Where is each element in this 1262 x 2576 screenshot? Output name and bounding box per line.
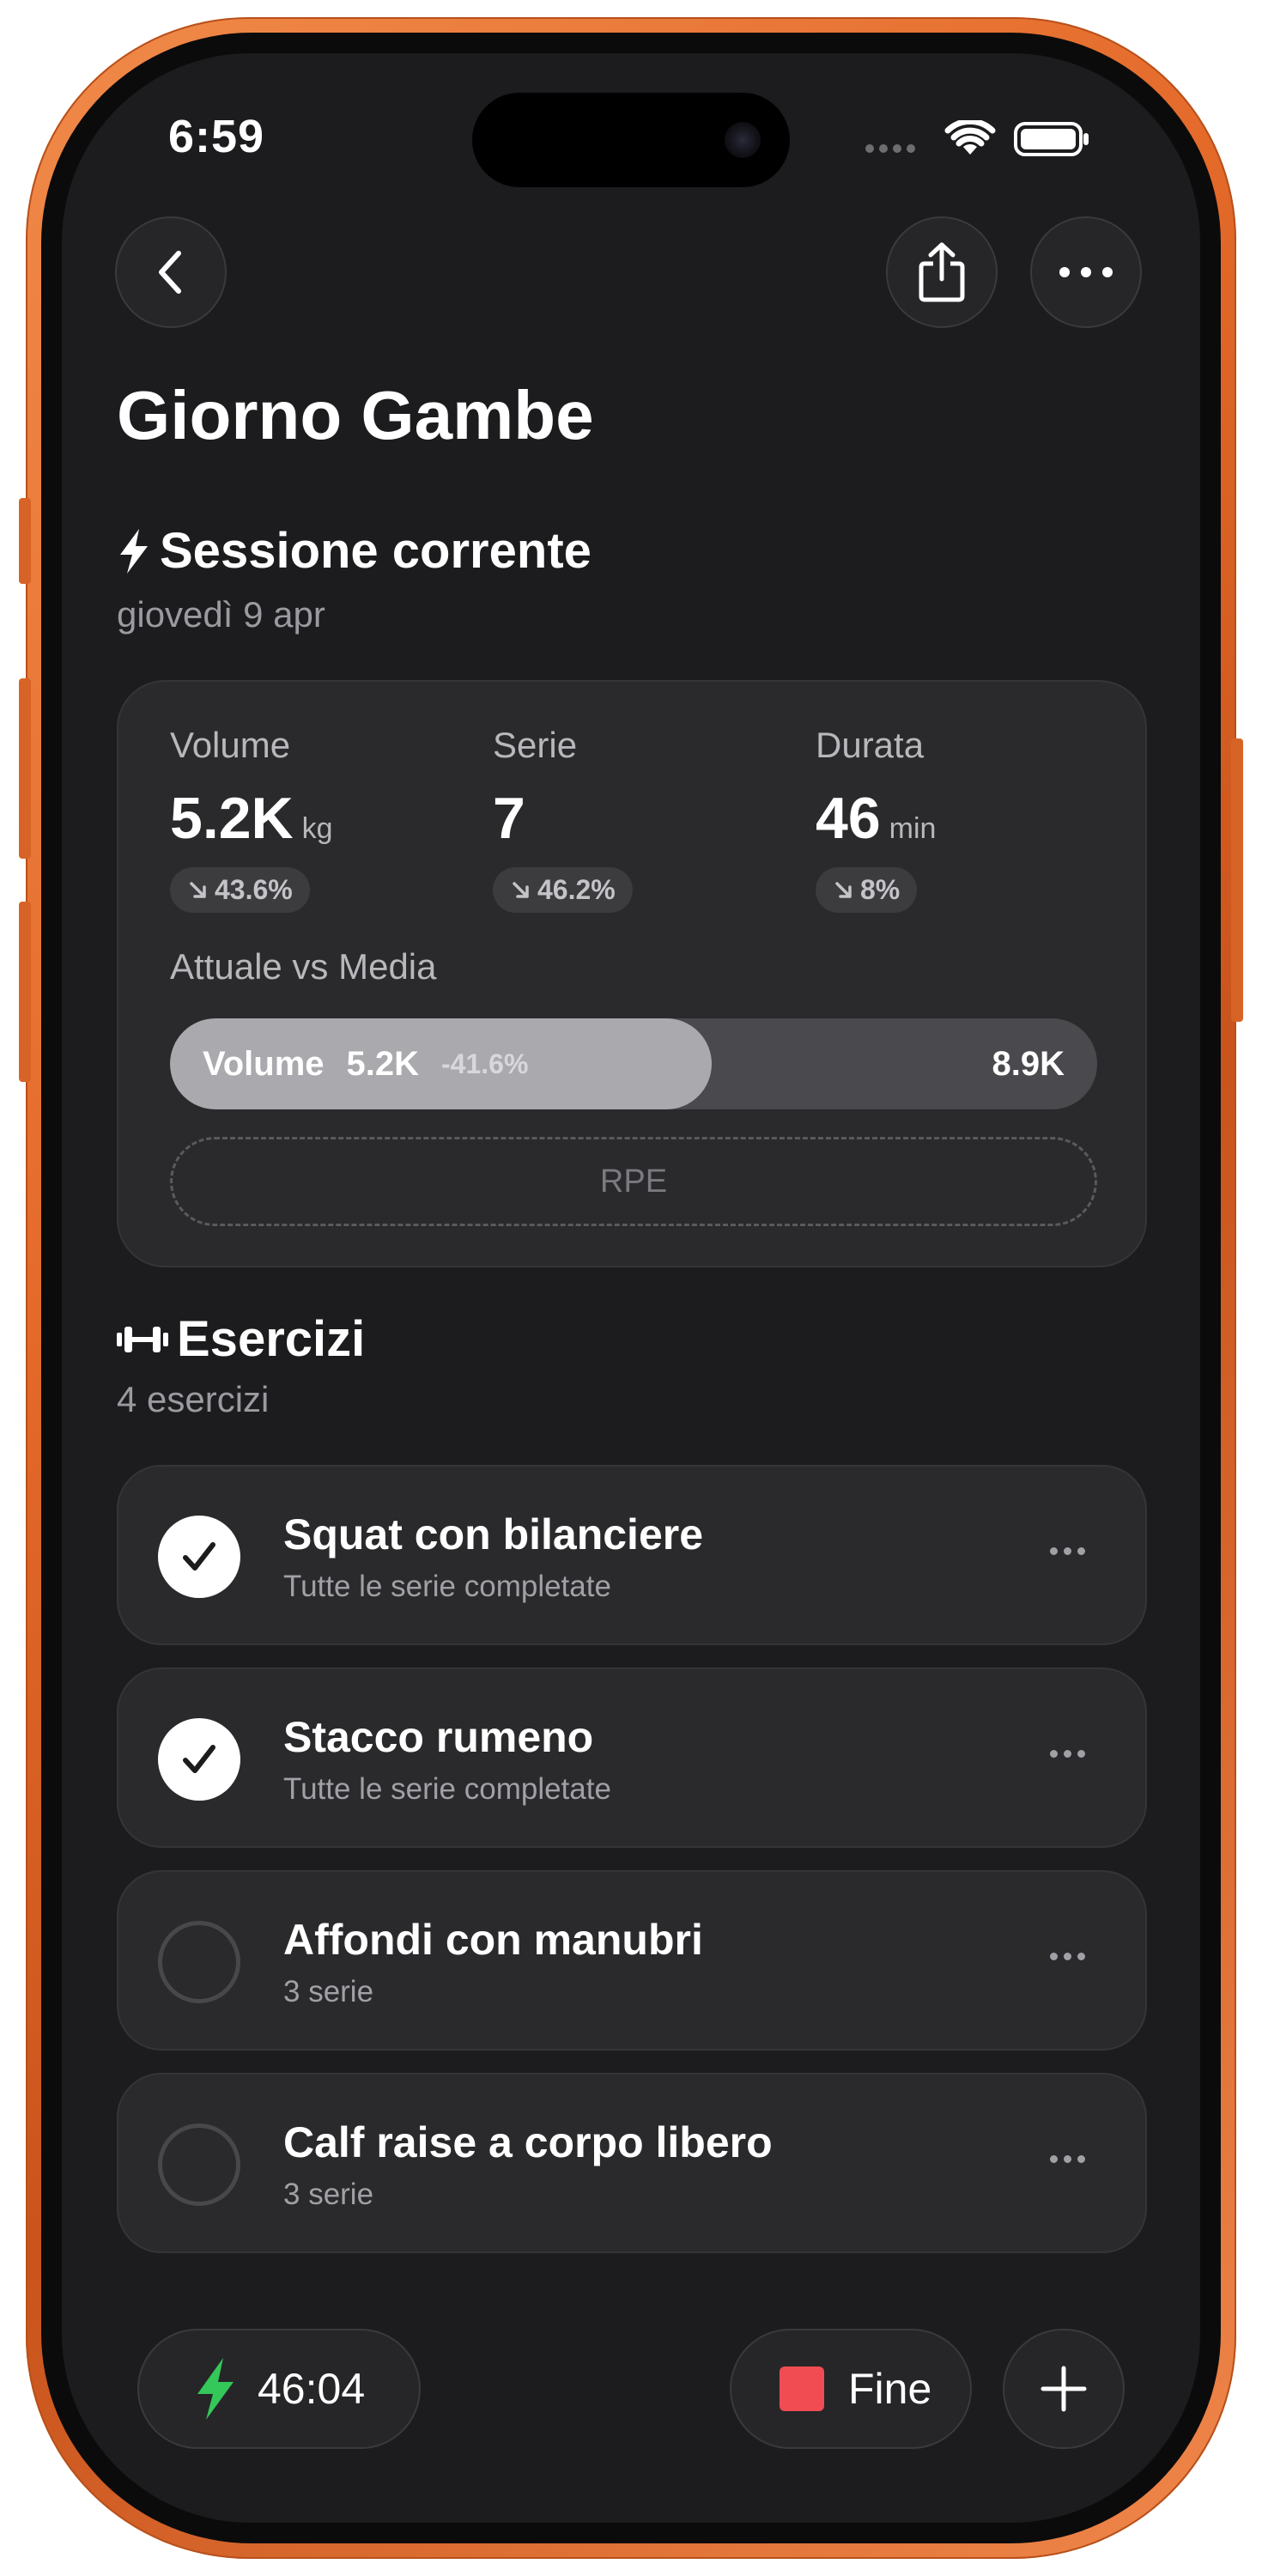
arrow-down-right-icon: [190, 881, 206, 898]
stat-change-badge: 8%: [816, 867, 918, 913]
camera-icon: [725, 122, 761, 158]
stat-change-badge: 43.6%: [170, 867, 310, 913]
chevron-left-icon: [159, 251, 181, 294]
dumbbell-icon: [117, 1326, 168, 1352]
exercise-check-toggle[interactable]: [158, 1718, 240, 1801]
stat-series: Serie 7 46.2%: [493, 725, 633, 913]
compare-label: Attuale vs Media: [170, 946, 437, 987]
arrow-down-right-icon: [513, 881, 529, 898]
session-stats-card: Volume 5.2K kg 43.6% Serie 7 46.2% Durat…: [117, 680, 1147, 1267]
exercise-name: Calf raise a corpo libero: [283, 2118, 773, 2166]
stat-volume: Volume 5.2K kg 43.6%: [170, 725, 333, 913]
bolt-icon: [197, 2358, 234, 2420]
back-button[interactable]: [115, 216, 227, 328]
session-heading: Sessione corrente: [115, 522, 592, 580]
volume-compare-bar: Volume 5.2K -41.6% 8.9K: [170, 1018, 1097, 1109]
wifi-icon: [944, 120, 996, 155]
exercise-check-toggle[interactable]: [158, 1921, 240, 2003]
rpe-button[interactable]: RPE: [170, 1137, 1097, 1226]
exercise-card[interactable]: Affondi con manubri 3 serie: [117, 1870, 1147, 2050]
bolt-icon: [120, 528, 148, 574]
exercise-name: Squat con bilanciere: [283, 1510, 704, 1558]
stat-value: 5.2K: [170, 786, 294, 851]
compare-current: 5.2K: [346, 1044, 420, 1083]
exercise-name: Stacco rumeno: [283, 1713, 594, 1761]
exercise-check-toggle[interactable]: [158, 2123, 240, 2206]
action-button: [19, 498, 31, 584]
stat-change-value: 43.6%: [215, 874, 293, 905]
finish-label: Fine: [848, 2365, 932, 2413]
checkmark-icon: [183, 1542, 215, 1571]
stat-label: Volume: [170, 725, 291, 765]
battery-icon: [1014, 122, 1089, 156]
exercise-detail: Tutte le serie completate: [283, 1772, 611, 1806]
exercise-card[interactable]: Squat con bilanciere Tutte le serie comp…: [117, 1465, 1147, 1645]
stat-unit: min: [889, 812, 937, 845]
plus-icon: [1041, 2366, 1087, 2412]
signal-icon: [865, 144, 915, 153]
page-title: Giorno Gambe: [117, 377, 594, 453]
volume-up-button: [19, 678, 31, 859]
exercise-detail: 3 serie: [283, 1975, 374, 2008]
more-button[interactable]: [1030, 216, 1142, 328]
exercises-heading-label: Esercizi: [177, 1311, 366, 1367]
checkmark-icon: [183, 1745, 215, 1773]
volume-down-button: [19, 902, 31, 1082]
exercise-more-button[interactable]: [1050, 1953, 1085, 1960]
add-exercise-button[interactable]: [1003, 2329, 1125, 2449]
dynamic-island: [472, 93, 790, 187]
ellipsis-icon: [1059, 267, 1113, 277]
exercise-more-button[interactable]: [1050, 2155, 1085, 2163]
session-timer-button[interactable]: 46:04: [137, 2329, 421, 2449]
share-button[interactable]: [886, 216, 998, 328]
compare-delta: -41.6%: [441, 1048, 529, 1079]
stat-change-value: 8%: [860, 874, 901, 905]
stat-change-value: 46.2%: [537, 874, 616, 905]
session-date: giovedì 9 apr: [117, 594, 325, 635]
exercise-check-toggle[interactable]: [158, 1516, 240, 1598]
exercise-more-button[interactable]: [1050, 1547, 1085, 1555]
finish-button[interactable]: Fine: [730, 2329, 972, 2449]
exercise-detail: Tutte le serie completate: [283, 1570, 611, 1603]
stat-value: 46: [816, 786, 881, 851]
exercise-card[interactable]: Calf raise a corpo libero 3 serie: [117, 2073, 1147, 2253]
stat-unit: kg: [301, 812, 333, 845]
compare-average: 8.9K: [992, 1044, 1065, 1083]
arrow-down-right-icon: [835, 881, 852, 898]
exercise-detail: 3 serie: [283, 2178, 374, 2211]
stat-label: Durata: [816, 725, 925, 765]
exercise-more-button[interactable]: [1050, 1750, 1085, 1758]
stat-change-badge: 46.2%: [493, 867, 633, 913]
status-time: 6:59: [168, 111, 265, 162]
exercises-count: 4 esercizi: [117, 1379, 270, 1419]
exercise-card[interactable]: Stacco rumeno Tutte le serie completate: [117, 1668, 1147, 1848]
stat-duration: Durata 46 min 8%: [816, 725, 936, 913]
session-heading-label: Sessione corrente: [160, 523, 592, 579]
compare-metric: Volume: [203, 1044, 325, 1083]
stat-value: 7: [493, 786, 525, 851]
stop-icon: [780, 2366, 824, 2411]
session-timer: 46:04: [258, 2365, 366, 2413]
exercises-heading: Esercizi: [115, 1310, 365, 1368]
stat-label: Serie: [493, 725, 578, 765]
exercise-name: Affondi con manubri: [283, 1916, 703, 1964]
power-button: [1231, 738, 1243, 1022]
share-icon: [919, 242, 965, 302]
